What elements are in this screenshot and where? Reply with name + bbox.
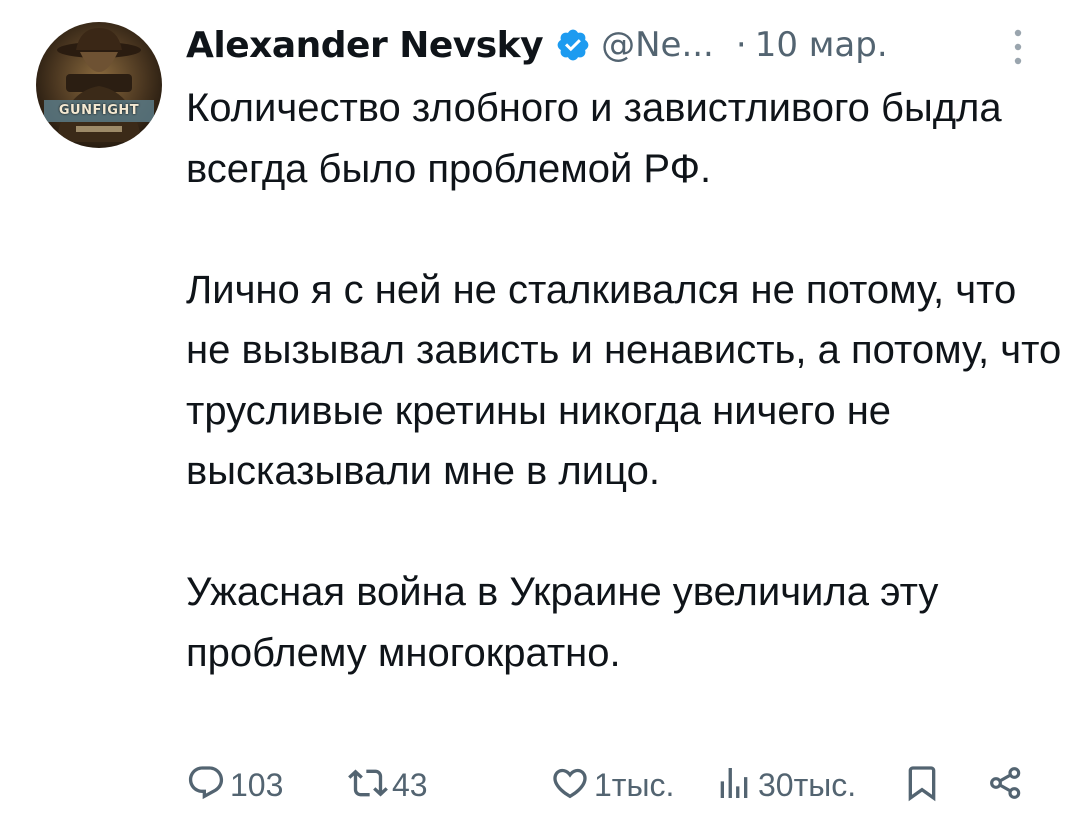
views-button[interactable]: 30тыс. xyxy=(714,760,856,810)
tweet-text: Количество злобного и завистливого быдла… xyxy=(186,78,1066,683)
heart-icon xyxy=(550,763,590,808)
author-handle[interactable]: @Ne... xyxy=(601,25,714,65)
retweet-count: 43 xyxy=(392,766,428,803)
author-name[interactable]: Alexander Nevsky xyxy=(186,25,544,66)
share-button[interactable] xyxy=(986,760,1026,810)
tweet-paragraph: Лично я с ней не сталкивался не потому, … xyxy=(186,267,1062,494)
avatar[interactable]: GUNFIGHT xyxy=(36,22,162,148)
bookmark-button[interactable] xyxy=(902,760,942,810)
tweet[interactable]: GUNFIGHT Alexander Nevsky @Ne... · 10 ма… xyxy=(0,0,1080,832)
bookmark-icon xyxy=(902,763,942,808)
avatar-title: GUNFIGHT xyxy=(58,103,140,118)
avatar-image xyxy=(36,22,162,148)
retweet-button[interactable]: 43 xyxy=(348,760,428,810)
reply-icon xyxy=(186,763,226,808)
views-count: 30тыс. xyxy=(758,766,857,803)
verified-badge-icon[interactable] xyxy=(555,27,591,63)
like-count: 1тыс. xyxy=(594,766,675,803)
tweet-paragraph: Количество злобного и завистливого быдла… xyxy=(186,86,1002,191)
like-button[interactable]: 1тыс. xyxy=(550,760,674,810)
tweet-header: Alexander Nevsky @Ne... · 10 мар. xyxy=(186,20,888,70)
retweet-icon xyxy=(348,763,388,808)
more-options-icon[interactable] xyxy=(1004,24,1032,70)
tweet-timestamp[interactable]: 10 мар. xyxy=(755,25,888,65)
reply-button[interactable]: 103 xyxy=(186,760,283,810)
views-icon xyxy=(714,763,754,808)
share-icon xyxy=(986,763,1026,808)
header-separator: · xyxy=(735,25,747,65)
tweet-paragraph: Ужасная война в Украине увеличила эту пр… xyxy=(186,570,939,675)
tweet-actions: 103 43 1тыс. 30тыс. xyxy=(186,760,1028,810)
reply-count: 103 xyxy=(230,766,284,803)
